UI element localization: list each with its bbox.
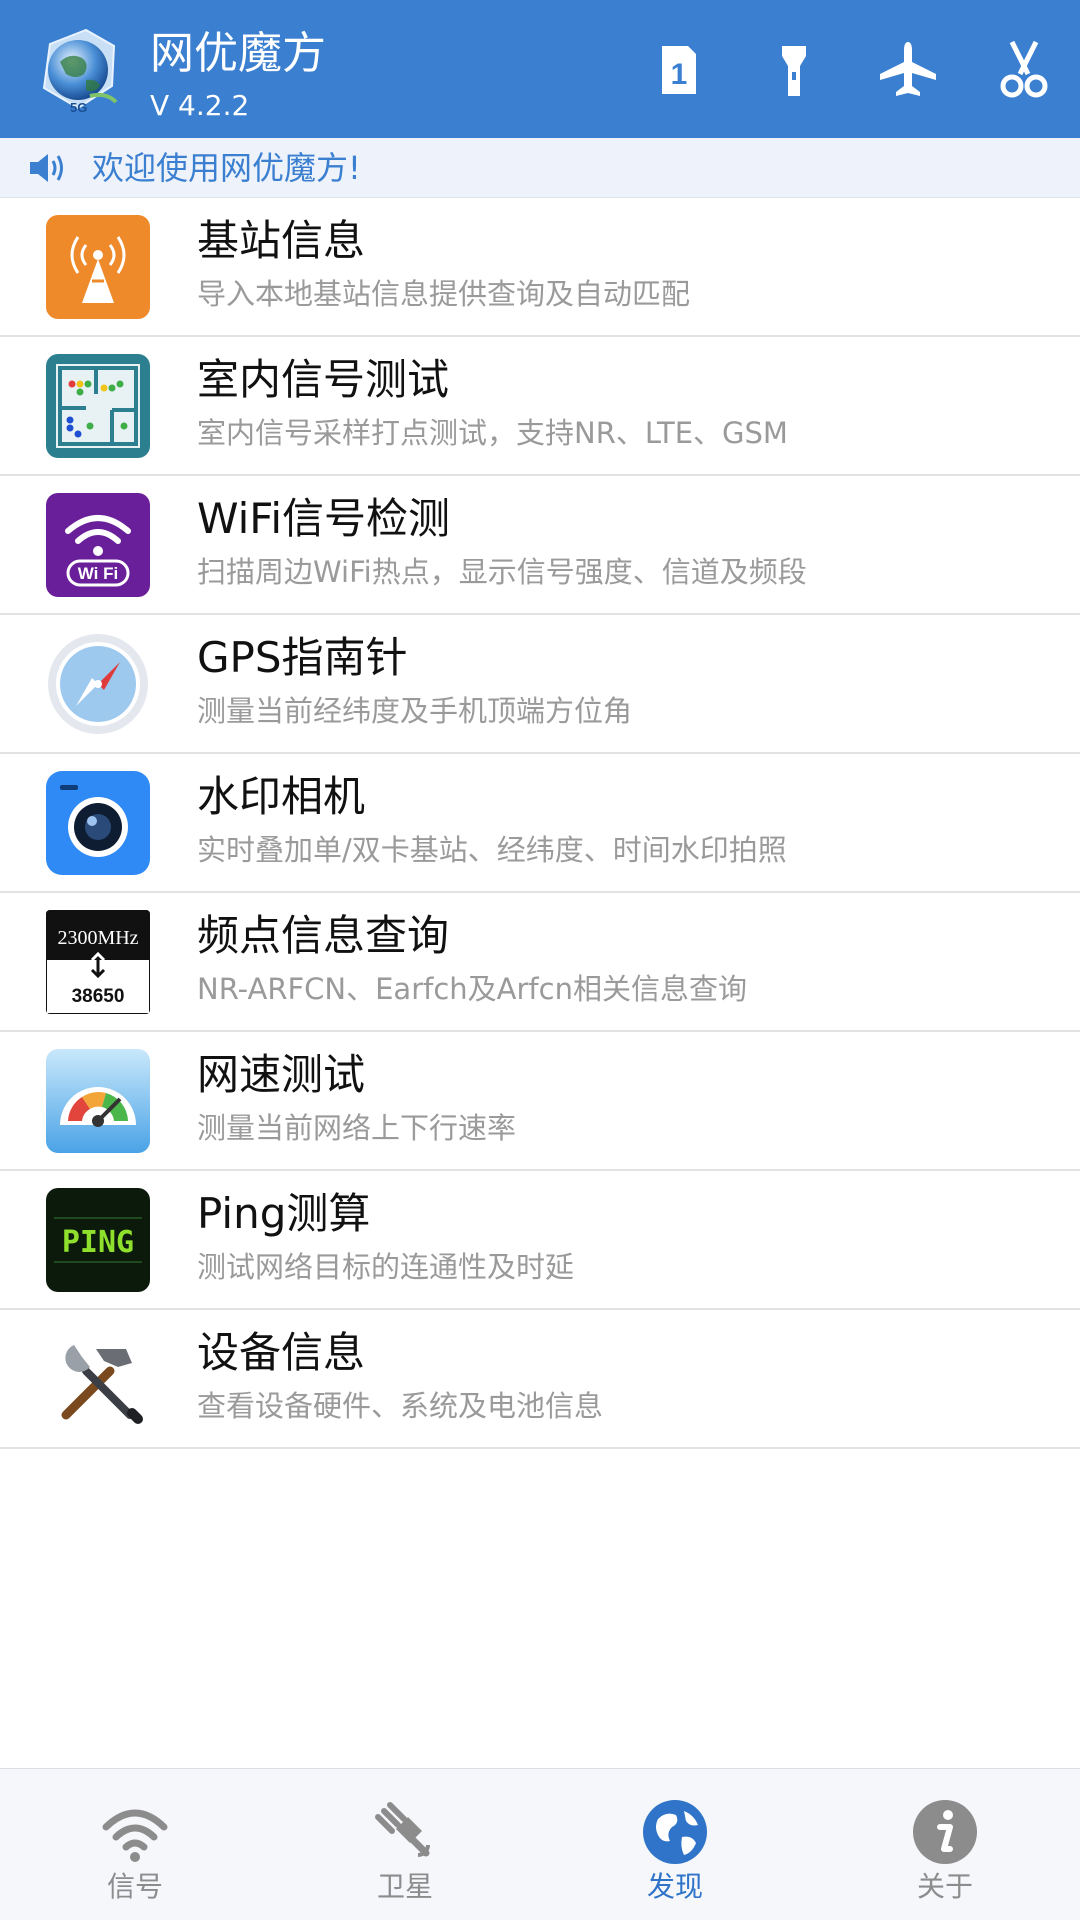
item-subtitle: 测量当前经纬度及手机顶端方位角 <box>197 694 633 728</box>
nav-label: 发现 <box>646 1870 703 1903</box>
item-title: GPS指南针 <box>197 633 408 682</box>
item-title: 基站信息 <box>197 216 366 265</box>
speedometer-icon <box>46 1049 150 1153</box>
item-subtitle: 测试网络目标的连通性及时延 <box>197 1250 575 1284</box>
svg-text:2300MHz: 2300MHz <box>57 927 138 949</box>
item-subtitle: NR-ARFCN、Earfch及Arfcn相关信息查询 <box>197 972 747 1006</box>
list-item-device-info[interactable]: 设备信息 查看设备硬件、系统及电池信息 <box>0 1310 1080 1449</box>
item-subtitle: 实时叠加单/双卡基站、经纬度、时间水印拍照 <box>197 833 787 867</box>
item-subtitle: 测量当前网络上下行速率 <box>197 1111 517 1145</box>
wifi-signal-icon <box>100 1797 170 1867</box>
nav-tab-satellite[interactable]: 卫星 <box>270 1769 540 1920</box>
wifi-icon: Wi Fi <box>46 493 150 597</box>
ping-icon: PING <box>46 1188 150 1292</box>
item-subtitle: 扫描周边WiFi热点，显示信号强度、信道及频段 <box>197 555 807 589</box>
item-title: 水印相机 <box>197 772 366 821</box>
list-item-indoor-test[interactable]: 室内信号测试 室内信号采样打点测试，支持NR、LTE、GSM <box>0 337 1080 476</box>
svg-text:5G: 5G <box>70 100 87 115</box>
item-title: Ping测算 <box>197 1189 371 1238</box>
floor-plan-icon <box>46 354 150 458</box>
nav-tab-signal[interactable]: 信号 <box>0 1769 270 1920</box>
app-header: 5G 网优魔方 V 4.2.2 1 <box>0 0 1080 138</box>
item-title: 设备信息 <box>197 1328 366 1377</box>
frequency-icon: 2300MHz 38650 <box>46 910 150 1014</box>
list-item-wifi-check[interactable]: Wi Fi WiFi信号检测 扫描周边WiFi热点，显示信号强度、信道及频段 <box>0 476 1080 615</box>
app-logo-icon: 5G <box>30 22 126 118</box>
app-title: 网优魔方 <box>150 28 326 79</box>
feature-list: 基站信息 导入本地基站信息提供查询及自动匹配 室内信号测试 室内信号采样打点测试… <box>0 198 1080 1449</box>
compass-icon <box>46 632 150 736</box>
list-item-watermark-camera[interactable]: 水印相机 实时叠加单/双卡基站、经纬度、时间水印拍照 <box>0 754 1080 893</box>
list-item-gps-compass[interactable]: GPS指南针 测量当前经纬度及手机顶端方位角 <box>0 615 1080 754</box>
item-title: 室内信号测试 <box>197 355 450 404</box>
item-title: 频点信息查询 <box>197 911 450 960</box>
sim-card-button[interactable]: 1 <box>642 34 714 106</box>
info-icon <box>910 1797 980 1867</box>
satellite-icon <box>370 1797 440 1867</box>
notice-text: 欢迎使用网优魔方! <box>92 149 361 187</box>
flashlight-icon <box>782 46 806 96</box>
flashlight-button[interactable] <box>758 34 830 106</box>
airplane-mode-button[interactable] <box>872 34 944 106</box>
list-item-speed-test[interactable]: 网速测试 测量当前网络上下行速率 <box>0 1032 1080 1171</box>
item-subtitle: 导入本地基站信息提供查询及自动匹配 <box>197 277 691 311</box>
bottom-nav: 信号 卫星 发现 关于 <box>0 1768 1080 1920</box>
airplane-icon <box>880 42 936 96</box>
list-item-cell-info[interactable]: 基站信息 导入本地基站信息提供查询及自动匹配 <box>0 198 1080 337</box>
nav-label: 卫星 <box>376 1870 433 1903</box>
item-subtitle: 查看设备硬件、系统及电池信息 <box>197 1389 604 1423</box>
svg-text:38650: 38650 <box>72 986 125 1007</box>
nav-tab-about[interactable]: 关于 <box>810 1769 1080 1920</box>
item-title: WiFi信号检测 <box>197 494 451 543</box>
globe-icon <box>640 1797 710 1867</box>
svg-text:1: 1 <box>671 58 688 91</box>
app-version: V 4.2.2 <box>150 89 250 122</box>
scissors-icon <box>1000 40 1048 98</box>
notice-bar: 欢迎使用网优魔方! <box>0 138 1080 198</box>
tools-icon <box>46 1327 150 1431</box>
speaker-icon <box>30 154 63 182</box>
nav-label: 关于 <box>916 1870 973 1903</box>
svg-text:PING: PING <box>62 1225 134 1260</box>
svg-text:Wi Fi: Wi Fi <box>78 564 118 583</box>
scissors-button[interactable] <box>988 34 1060 106</box>
nav-tab-discover[interactable]: 发现 <box>540 1769 810 1920</box>
item-subtitle: 室内信号采样打点测试，支持NR、LTE、GSM <box>197 416 788 450</box>
nav-label: 信号 <box>106 1870 163 1903</box>
sim-card-icon: 1 <box>662 46 696 94</box>
item-title: 网速测试 <box>197 1050 366 1099</box>
cell-tower-icon <box>46 215 150 319</box>
list-item-frequency-query[interactable]: 2300MHz 38650 频点信息查询 NR-ARFCN、Earfch及Arf… <box>0 893 1080 1032</box>
list-item-ping[interactable]: PING Ping测算 测试网络目标的连通性及时延 <box>0 1171 1080 1310</box>
camera-icon <box>46 771 150 875</box>
